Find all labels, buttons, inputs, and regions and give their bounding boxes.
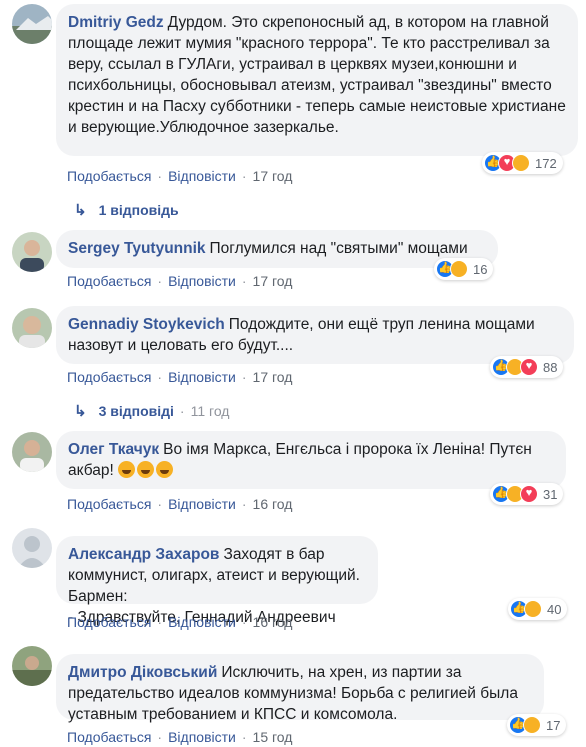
- reaction-count: 17: [546, 717, 561, 733]
- comment-actions: Подобається · Відповісти · 17 год: [67, 369, 293, 385]
- like-button[interactable]: Подобається: [67, 729, 151, 745]
- love-reaction-icon: ♥: [520, 358, 538, 376]
- reaction-count: 172: [535, 155, 557, 171]
- comment-bubble: Sergey Tyutyunnik Поглумился над "святыми…: [56, 230, 498, 268]
- reply-button[interactable]: Відповісти: [168, 369, 236, 385]
- replies-count[interactable]: 3 відповіді: [99, 403, 174, 419]
- like-button[interactable]: Подобається: [67, 168, 151, 184]
- reply-arrow-icon: ↳: [74, 403, 87, 420]
- reaction-count: 31: [543, 486, 558, 502]
- comment-bubble: Александр Захаров Заходят в бар коммунист…: [56, 536, 378, 626]
- view-replies-link[interactable]: ↳ 3 відповіді · 11 год: [74, 401, 229, 421]
- replies-timestamp: 11 год: [190, 403, 230, 419]
- reply-arrow-icon: ↳: [74, 202, 87, 219]
- view-replies-link[interactable]: ↳ 1 відповідь: [74, 200, 179, 220]
- reply-button[interactable]: Відповісти: [168, 496, 236, 512]
- avatar[interactable]: [12, 528, 52, 568]
- comment-author[interactable]: Gennadiy Stoykevich: [68, 316, 225, 333]
- reaction-summary[interactable]: 👍 16: [434, 258, 494, 280]
- comment-author[interactable]: Дмитро Діковський: [68, 664, 217, 681]
- comment-timestamp[interactable]: 16 год: [253, 614, 293, 630]
- comment-author[interactable]: Dmitriy Gedz: [68, 14, 164, 31]
- avatar[interactable]: [12, 232, 52, 272]
- haha-reaction-icon: [512, 154, 530, 172]
- reaction-summary[interactable]: 👍 ♥ 31: [490, 483, 564, 505]
- comment-timestamp[interactable]: 17 год: [253, 168, 293, 184]
- avatar[interactable]: [12, 432, 52, 472]
- reply-button[interactable]: Відповісти: [168, 168, 236, 184]
- reaction-summary[interactable]: 👍 40: [508, 598, 568, 620]
- haha-reaction-icon: [524, 600, 542, 618]
- reaction-count: 40: [547, 601, 562, 617]
- reaction-count: 16: [473, 261, 488, 277]
- like-button[interactable]: Подобається: [67, 496, 151, 512]
- haha-reaction-icon: [450, 260, 468, 278]
- comment-bubble: Gennadiy Stoykevich Подождите, они ещё тр…: [56, 306, 574, 364]
- comment-bubble: Олег Ткачук Во імя Маркса, Енгєльса і про…: [56, 431, 566, 489]
- comment-actions: Подобається · Відповісти · 16 год: [67, 614, 293, 630]
- reaction-summary[interactable]: 👍 ♥ 88: [490, 356, 564, 378]
- laughing-emoji: [118, 461, 175, 479]
- comment-bubble: Дмитро Діковський Исключить, на хрен, из …: [56, 654, 544, 723]
- love-reaction-icon: ♥: [520, 485, 538, 503]
- haha-reaction-icon: [523, 716, 541, 734]
- reaction-count: 88: [543, 359, 558, 375]
- avatar[interactable]: [12, 4, 52, 44]
- replies-count[interactable]: 1 відповідь: [99, 202, 179, 218]
- comment-timestamp[interactable]: 16 год: [253, 496, 293, 512]
- like-button[interactable]: Подобається: [67, 614, 151, 630]
- like-button[interactable]: Подобається: [67, 369, 151, 385]
- comment-timestamp[interactable]: 17 год: [253, 273, 293, 289]
- comment-timestamp[interactable]: 15 год: [253, 729, 293, 745]
- reply-button[interactable]: Відповісти: [168, 614, 236, 630]
- comment-author[interactable]: Sergey Tyutyunnik: [68, 240, 206, 257]
- comment-actions: Подобається · Відповісти · 17 год: [67, 273, 293, 289]
- avatar[interactable]: [12, 308, 52, 348]
- comment-timestamp[interactable]: 17 год: [253, 369, 293, 385]
- comment-actions: Подобається · Відповісти · 16 год: [67, 496, 293, 512]
- comment-text: Дурдом. Это скрепоносный ад, в котором н…: [68, 14, 571, 136]
- comment-actions: Подобається · Відповісти · 17 год: [67, 168, 293, 184]
- comment-actions: Подобається · Відповісти · 15 год: [67, 729, 293, 745]
- comment-author[interactable]: Олег Ткачук: [68, 441, 159, 458]
- reply-button[interactable]: Відповісти: [168, 729, 236, 745]
- comment-author[interactable]: Александр Захаров: [68, 546, 219, 563]
- comment-text: Поглумился над "святыми" мощами: [209, 240, 468, 257]
- reaction-summary[interactable]: 👍 17: [507, 714, 567, 736]
- reply-button[interactable]: Відповісти: [168, 273, 236, 289]
- avatar[interactable]: [12, 646, 52, 686]
- reaction-summary[interactable]: 👍 ♥ 172: [482, 152, 563, 174]
- like-button[interactable]: Подобається: [67, 273, 151, 289]
- comment-bubble: Dmitriy Gedz Дурдом. Это скрепоносный ад,…: [56, 4, 578, 156]
